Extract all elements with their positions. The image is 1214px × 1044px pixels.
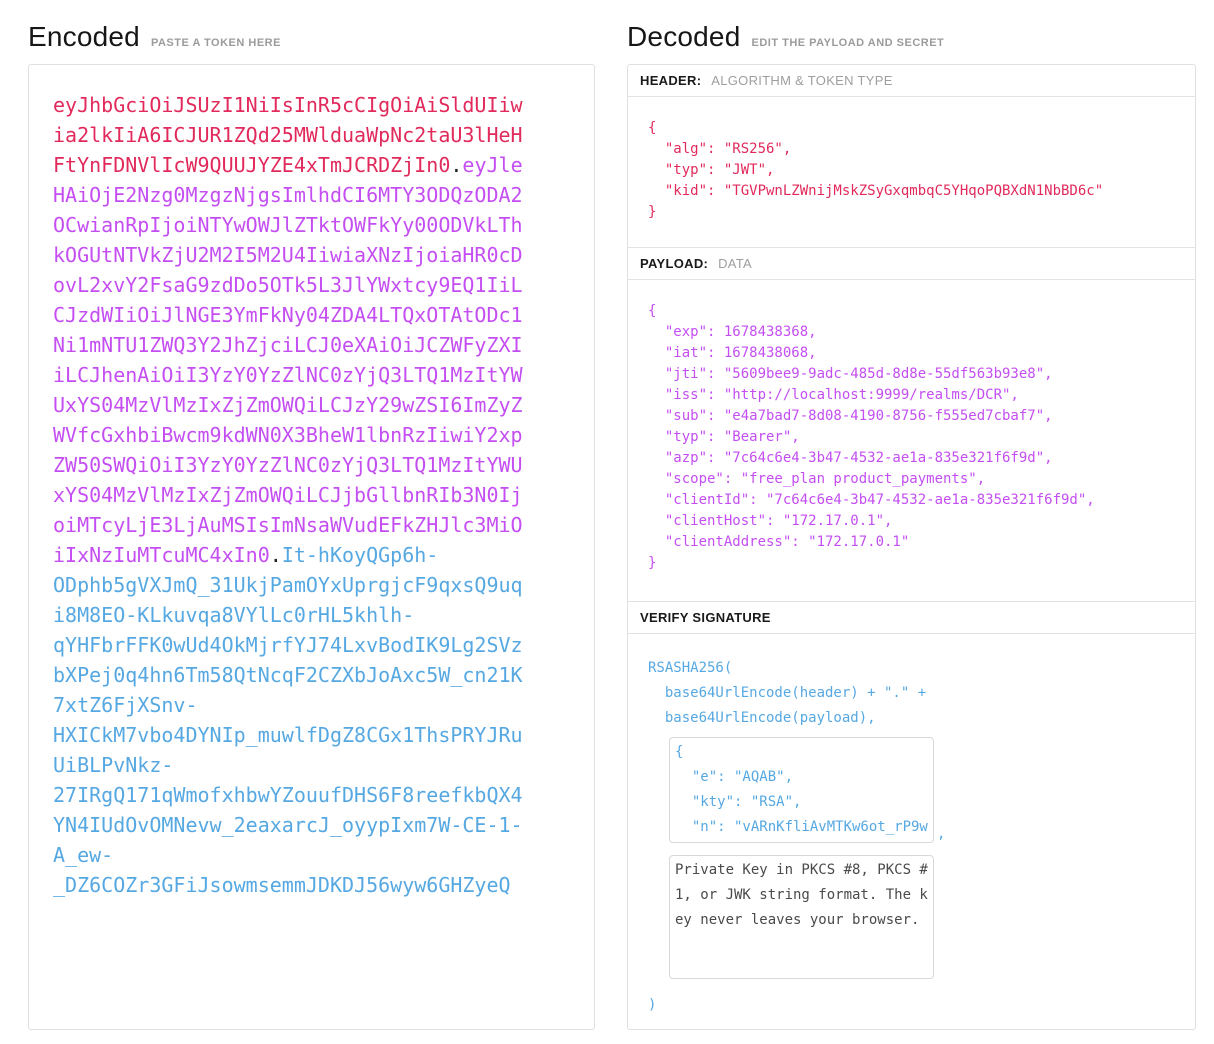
encoded-title: Encoded xyxy=(28,21,140,52)
jwt-token: eyJhbGciOiJSUzI1NiIsInR5cCIgOiAiSldUIiwi… xyxy=(53,90,527,900)
payload-section-title-bar: PAYLOAD: DATA xyxy=(628,248,1195,280)
header-json-editor[interactable]: { "alg": "RS256", "typ": "JWT", "kid": "… xyxy=(628,97,1195,248)
header-section-label: HEADER: xyxy=(640,73,702,88)
token-payload-segment: eyJleHAiOjE2Nzg0MzgzNjgsImlhdCI6MTY3ODQz… xyxy=(53,153,523,567)
formula-closing-paren: ) xyxy=(648,997,657,1013)
token-separator-1: . xyxy=(450,153,463,177)
header-section-sublabel: ALGORITHM & TOKEN TYPE xyxy=(711,73,893,88)
header-section-title-bar: HEADER: ALGORITHM & TOKEN TYPE xyxy=(628,65,1195,97)
formula-comma: , xyxy=(937,826,946,842)
decoded-header: Decoded EDIT THE PAYLOAD AND SECRET xyxy=(627,8,1196,64)
token-separator-2: . xyxy=(269,543,282,567)
payload-section-label: PAYLOAD: xyxy=(640,256,709,271)
verify-signature-body: RSASHA256( base64UrlEncode(header) + "."… xyxy=(628,634,1195,1029)
encoded-subtitle: PASTE A TOKEN HERE xyxy=(150,37,281,49)
public-key-row: { "e": "AQAB", "kty": "RSA", "n": "vARnK… xyxy=(648,737,1171,843)
encoded-header: Encoded PASTE A TOKEN HERE xyxy=(28,8,595,64)
token-editor[interactable]: eyJhbGciOiJSUzI1NiIsInR5cCIgOiAiSldUIiwi… xyxy=(28,64,595,1030)
decoded-subtitle: EDIT THE PAYLOAD AND SECRET xyxy=(751,37,945,49)
decoded-panel: Decoded EDIT THE PAYLOAD AND SECRET HEAD… xyxy=(627,8,1196,1030)
payload-json-editor[interactable]: { "exp": 1678438368, "iat": 1678438068, … xyxy=(628,280,1195,602)
token-signature-segment: It-hKoyQGp6h-ODphb5gVXJmQ_31UkjPamOYxUpr… xyxy=(53,543,523,897)
encoded-panel: Encoded PASTE A TOKEN HERE eyJhbGciOiJSU… xyxy=(28,8,595,1030)
decoded-sections: HEADER: ALGORITHM & TOKEN TYPE { "alg": … xyxy=(627,64,1196,1030)
decoded-title: Decoded xyxy=(627,21,741,52)
signature-formula: RSASHA256( base64UrlEncode(header) + "."… xyxy=(648,660,927,726)
public-key-textarea[interactable]: { "e": "AQAB", "kty": "RSA", "n": "vARnK… xyxy=(669,737,934,843)
private-key-textarea[interactable] xyxy=(669,855,934,979)
jwt-debugger-page: Encoded PASTE A TOKEN HERE eyJhbGciOiJSU… xyxy=(0,0,1214,1030)
verify-signature-label: VERIFY SIGNATURE xyxy=(640,610,771,625)
verify-section-title-bar: VERIFY SIGNATURE xyxy=(628,602,1195,634)
payload-section-sublabel: DATA xyxy=(718,256,753,271)
